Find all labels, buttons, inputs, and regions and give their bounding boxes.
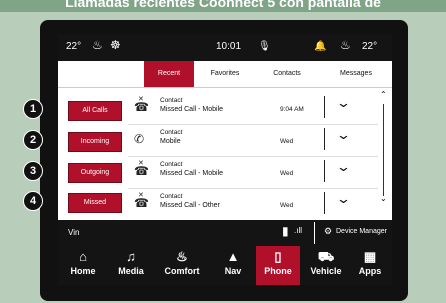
nav-media[interactable]: ♫ Media — [108, 246, 154, 285]
seat-heat-icon[interactable]: ♨ — [92, 38, 103, 52]
nav-label: Comfort — [164, 266, 200, 276]
apps-grid-icon: ▦ — [363, 249, 377, 264]
callout-4: 4 — [23, 191, 43, 211]
call-row[interactable]: ✕ ☎ Contact Missed Call - Other Wed ⌄ — [128, 188, 378, 221]
tab-messages[interactable]: Messages — [326, 61, 386, 87]
call-row[interactable]: ✕ ☎ Contact Missed Call - Mobile Wed ⌄ — [128, 156, 378, 189]
phone-icon: ▯ — [274, 249, 282, 264]
chevron-down-icon[interactable]: ⌄ — [336, 95, 351, 111]
row-divider — [324, 128, 325, 150]
call-row[interactable]: ✆ Contact Mobile Wed ⌄ — [128, 124, 378, 157]
signal-icon: .ıll — [294, 226, 302, 235]
nav-phone[interactable]: ▯ Phone — [256, 246, 300, 285]
nav-comfort[interactable]: ♨ Comfort — [156, 246, 208, 285]
mic-icon: 🎙 — [258, 41, 271, 52]
temp-right: 22° — [362, 41, 378, 52]
nav-nav[interactable]: ▲ Nav — [210, 246, 256, 285]
bell-icon: 🔔 — [314, 41, 327, 52]
seat-heat-right-icon[interactable]: ♨ — [340, 38, 351, 52]
nav-label: Apps — [358, 266, 382, 276]
tab-favorites[interactable]: Favorites — [200, 61, 250, 87]
missed-button[interactable]: Missed — [68, 193, 122, 213]
device-name: Vin — [68, 228, 80, 237]
nav-vehicle[interactable]: ⛟ Vehicle — [302, 246, 350, 285]
home-icon: ⌂ — [79, 249, 87, 264]
navigation-arrow-icon: ▲ — [226, 249, 240, 264]
phone-handset-icon: ☎ — [134, 164, 149, 178]
contact-name: Contact — [160, 97, 183, 104]
call-detail: Missed Call - Other — [160, 202, 220, 209]
call-detail: Missed Call - Mobile — [160, 106, 224, 113]
chevron-down-icon[interactable]: ⌄ — [336, 159, 351, 175]
tab-recent[interactable]: Recent — [144, 61, 194, 87]
scroll-up-icon[interactable]: ⌃ — [380, 90, 387, 99]
steering-heat-icon[interactable]: ☸ — [110, 38, 121, 52]
call-detail: Missed Call - Mobile — [160, 170, 224, 177]
contact-name: Contact — [160, 129, 183, 136]
call-time: Wed — [280, 170, 294, 177]
device-bar: Vin ▮ .ıll ⚙ Device Manager — [58, 220, 392, 246]
all-calls-button[interactable]: All Calls — [68, 101, 122, 121]
phone-tabs: Recent Favorites Contacts Messages — [58, 61, 392, 88]
chevron-down-icon[interactable]: ⌄ — [336, 127, 351, 143]
contact-name: Contact — [160, 193, 183, 200]
phone-handset-icon: ☎ — [134, 100, 149, 114]
call-time: Wed — [280, 138, 294, 145]
call-time: 9:04 AM — [280, 106, 304, 113]
tab-contacts[interactable]: Contacts — [262, 61, 312, 87]
infotainment-screen: 22° ♨ ☸ 10:01 🎙 🔔 ♨ 22° Recent Favorites… — [58, 34, 392, 285]
nav-apps[interactable]: ▦ Apps — [350, 246, 390, 285]
clock: 10:01 — [216, 41, 242, 52]
battery-icon: ▮ — [282, 224, 289, 238]
contact-name: Contact — [160, 161, 183, 168]
temp-left: 22° — [66, 41, 82, 52]
caption: Llamadas recientes Coonnect 5 con pantal… — [0, 0, 446, 12]
nav-label: Nav — [224, 266, 242, 276]
row-divider — [324, 192, 325, 214]
call-time: Wed — [280, 202, 294, 209]
music-icon: ♫ — [126, 249, 136, 264]
scroll-down-icon[interactable]: ⌄ — [380, 194, 387, 203]
callout-3: 3 — [23, 161, 43, 181]
divider — [314, 222, 315, 244]
device-manager-icon: ⚙ — [324, 226, 333, 236]
row-divider — [324, 160, 325, 182]
scrollbar[interactable]: ⌃ ⌄ — [380, 90, 388, 210]
outgoing-button[interactable]: Outgoing — [68, 163, 122, 183]
main-nav: ⌂ Home ♫ Media ♨ Comfort ▲ Nav ▯ Phone ⛟… — [58, 246, 392, 285]
nav-label: Media — [118, 266, 144, 276]
nav-label: Phone — [264, 266, 292, 276]
phone-handset-icon: ☎ — [134, 196, 149, 210]
row-divider — [324, 96, 325, 118]
nav-home[interactable]: ⌂ Home — [60, 246, 106, 285]
call-detail: Mobile — [160, 138, 181, 145]
call-row[interactable]: ✕ ☎ Contact Missed Call - Mobile 9:04 AM… — [128, 92, 378, 125]
car-icon: ⛟ — [317, 249, 335, 264]
incoming-button[interactable]: Incoming — [68, 132, 122, 152]
nav-label: Home — [70, 266, 96, 276]
callout-1: 1 — [23, 99, 43, 119]
incoming-call-icon: ✆ — [134, 132, 145, 146]
seat-icon: ♨ — [176, 249, 188, 264]
scroll-track — [383, 104, 384, 196]
callout-2: 2 — [23, 130, 43, 150]
nav-label: Vehicle — [310, 266, 342, 276]
chevron-down-icon[interactable]: ⌄ — [336, 191, 351, 207]
device-manager-button[interactable]: Device Manager — [336, 228, 387, 235]
status-bar: 22° ♨ ☸ 10:01 🎙 🔔 ♨ 22° — [58, 34, 392, 61]
